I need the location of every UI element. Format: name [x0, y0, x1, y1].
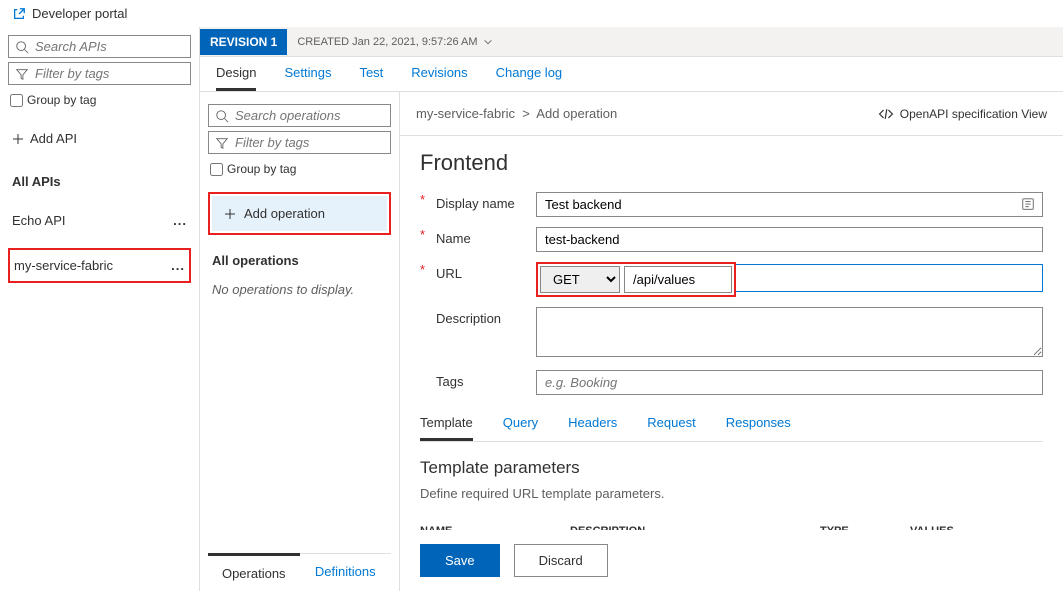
api-item-echo[interactable]: Echo API ...	[8, 203, 191, 238]
name-label: Name	[436, 227, 536, 246]
url-input[interactable]	[624, 266, 732, 293]
revision-created-text: CREATED Jan 22, 2021, 9:57:26 AM	[297, 36, 477, 48]
tab-operations[interactable]: Operations	[208, 553, 300, 591]
frontend-form: Frontend * Display name * Name	[400, 136, 1063, 530]
display-name-input[interactable]	[536, 192, 1043, 217]
discard-button[interactable]: Discard	[514, 544, 608, 577]
ops-bottom-tabs: Operations Definitions	[208, 553, 391, 591]
form-icon	[1021, 197, 1035, 211]
tab-definitions[interactable]: Definitions	[300, 554, 392, 591]
subtab-responses[interactable]: Responses	[726, 415, 791, 441]
search-icon	[215, 109, 229, 123]
breadcrumb-current: Add operation	[536, 106, 617, 121]
group-by-tag-checkbox[interactable]: Group by tag	[10, 93, 189, 107]
required-spacer	[420, 307, 428, 322]
required-marker: *	[420, 262, 428, 277]
tab-design[interactable]: Design	[216, 65, 256, 91]
subtab-query[interactable]: Query	[503, 415, 538, 441]
external-link-icon	[12, 7, 26, 21]
subtab-request[interactable]: Request	[647, 415, 695, 441]
http-method-select[interactable]: GET	[540, 266, 620, 293]
chevron-down-icon[interactable]	[483, 37, 493, 47]
tags-input[interactable]	[536, 370, 1043, 395]
plus-icon	[224, 208, 236, 220]
template-params-title: Template parameters	[420, 458, 1043, 478]
search-apis-box[interactable]	[8, 35, 191, 58]
api-item-label: my-service-fabric	[14, 258, 113, 273]
url-label: URL	[436, 262, 536, 281]
api-item-my-service-fabric[interactable]: my-service-fabric ...	[8, 248, 191, 283]
filter-icon	[215, 136, 229, 150]
search-apis-input[interactable]	[35, 39, 184, 54]
action-bar: Save Discard	[400, 530, 1063, 591]
ops-group-by-tag-checkbox[interactable]: Group by tag	[210, 162, 389, 176]
required-spacer	[420, 370, 428, 385]
name-input[interactable]	[536, 227, 1043, 252]
breadcrumb-row: my-service-fabric > Add operation OpenAP…	[400, 92, 1063, 136]
api-sidebar: Group by tag Add API All APIs Echo API .…	[0, 27, 200, 591]
ops-group-by-tag-label: Group by tag	[227, 162, 296, 176]
tab-test[interactable]: Test	[359, 65, 383, 91]
save-button[interactable]: Save	[420, 544, 500, 577]
search-operations-input[interactable]	[235, 108, 384, 123]
add-operation-highlight: Add operation	[208, 192, 391, 235]
api-item-label: Echo API	[12, 213, 65, 228]
developer-portal-label: Developer portal	[32, 6, 127, 21]
description-input[interactable]	[536, 307, 1043, 357]
filter-tags-input[interactable]	[35, 66, 184, 81]
main-area: REVISION 1 CREATED Jan 22, 2021, 9:57:26…	[200, 27, 1063, 591]
filter-ops-tags-box[interactable]	[208, 131, 391, 154]
add-api-label: Add API	[30, 131, 77, 146]
frontend-sub-tabs: Template Query Headers Request Responses	[420, 415, 1043, 442]
plus-icon	[12, 133, 24, 145]
subtab-headers[interactable]: Headers	[568, 415, 617, 441]
all-apis-header: All APIs	[8, 168, 191, 203]
add-operation-button[interactable]: Add operation	[212, 196, 387, 231]
tab-changelog[interactable]: Change log	[496, 65, 563, 91]
description-label: Description	[436, 307, 536, 326]
tab-settings[interactable]: Settings	[284, 65, 331, 91]
add-api-button[interactable]: Add API	[8, 123, 191, 154]
template-params-desc: Define required URL template parameters.	[420, 486, 1043, 501]
search-icon	[15, 40, 29, 54]
group-by-tag-label: Group by tag	[27, 93, 96, 107]
ops-group-by-tag-input[interactable]	[210, 163, 223, 176]
tab-revisions[interactable]: Revisions	[411, 65, 467, 91]
url-rest-input[interactable]	[736, 264, 1043, 292]
group-by-tag-input[interactable]	[10, 94, 23, 107]
required-marker: *	[420, 227, 428, 242]
developer-portal-link[interactable]: Developer portal	[0, 0, 1063, 27]
subtab-template[interactable]: Template	[420, 415, 473, 441]
filter-ops-tags-input[interactable]	[235, 135, 384, 150]
search-operations-box[interactable]	[208, 104, 391, 127]
revision-badge: REVISION 1	[200, 29, 287, 55]
revision-bar: REVISION 1 CREATED Jan 22, 2021, 9:57:26…	[200, 27, 1063, 57]
openapi-link-label: OpenAPI specification View	[900, 107, 1047, 121]
more-icon[interactable]: ...	[171, 258, 185, 273]
add-operation-label: Add operation	[244, 206, 325, 221]
url-highlight: GET	[536, 262, 736, 297]
revision-created: CREATED Jan 22, 2021, 9:57:26 AM	[297, 36, 492, 48]
operations-panel: Group by tag Add operation All operation…	[200, 92, 400, 591]
display-name-label: Display name	[436, 192, 536, 211]
openapi-view-link[interactable]: OpenAPI specification View	[878, 107, 1047, 121]
breadcrumb: my-service-fabric > Add operation	[416, 106, 617, 121]
code-icon	[878, 108, 894, 120]
frontend-heading: Frontend	[420, 150, 1043, 176]
required-marker: *	[420, 192, 428, 207]
filter-tags-box[interactable]	[8, 62, 191, 85]
all-operations-header: All operations	[208, 249, 391, 282]
tags-label: Tags	[436, 370, 536, 389]
more-icon[interactable]: ...	[173, 213, 187, 228]
breadcrumb-api[interactable]: my-service-fabric	[416, 106, 515, 121]
detail-panel: my-service-fabric > Add operation OpenAP…	[400, 92, 1063, 591]
main-tabs: Design Settings Test Revisions Change lo…	[200, 57, 1063, 92]
filter-icon	[15, 67, 29, 81]
params-table-header: NAME DESCRIPTION TYPE VALUES	[420, 517, 1043, 530]
no-operations-text: No operations to display.	[208, 282, 391, 297]
